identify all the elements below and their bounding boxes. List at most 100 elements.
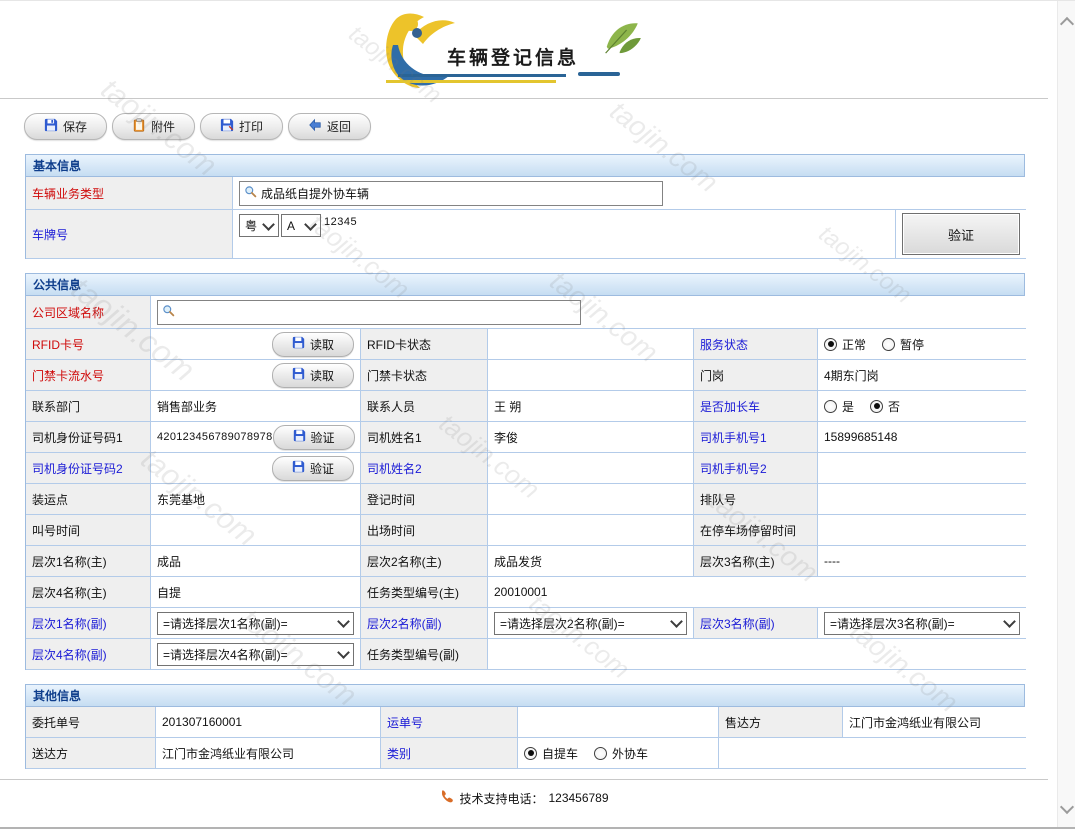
long-vehicle-yes-radio[interactable] (824, 400, 837, 413)
driver-id1-verify-button[interactable]: 验证 (273, 425, 355, 450)
header-banner: 车辆登记信息 (0, 1, 1048, 99)
select-value: =请选择层次4名称(副)= (163, 646, 288, 663)
access-card-status-label: 门禁卡状态 (361, 360, 488, 391)
row-level-sub-1: 层次1名称(副) =请选择层次1名称(副)= 层次2名称(副) =请选择层次2名… (26, 608, 1024, 639)
leaf-decoration-icon (596, 18, 645, 63)
print-button-label: 打印 (239, 118, 263, 135)
page: 车辆登记信息 保存 附件 (0, 0, 1075, 829)
level4-sub-select[interactable]: =请选择层次4名称(副)= (157, 643, 354, 666)
back-button-label: 返回 (327, 118, 351, 135)
level2-sub-label: 层次2名称(副) (361, 608, 488, 639)
level3-sub-select[interactable]: =请选择层次3名称(副)= (824, 612, 1020, 635)
plate-verify-button[interactable]: 验证 (902, 213, 1020, 255)
section-common-header: 公共信息 (25, 273, 1025, 295)
service-normal-radio[interactable] (824, 338, 837, 351)
row-company-area: 公司区域名称 (26, 296, 1024, 329)
driver-id1-cell: 420123456789078978 验证 (151, 422, 361, 453)
section-common-info: 公共信息 公司区域名称 RFID卡号 (25, 273, 1025, 670)
title-underline-navy-dash (578, 72, 620, 76)
driver-name1-value: 李俊 (488, 422, 694, 453)
category-self-pickup-radio[interactable] (524, 747, 537, 760)
long-vehicle-label: 是否加长车 (694, 391, 818, 422)
task-type-sub-value (488, 639, 1026, 670)
service-status-label: 服务状态 (694, 329, 818, 360)
driver-name2-label: 司机姓名2 (361, 453, 488, 484)
service-normal-label: 正常 (842, 336, 866, 353)
vertical-scrollbar[interactable] (1057, 1, 1075, 829)
category-external-radio[interactable] (594, 747, 607, 760)
level4-sub-label: 层次4名称(副) (26, 639, 151, 670)
driver-id2-label: 司机身份证号码2 (26, 453, 151, 484)
search-icon (162, 304, 175, 320)
exit-time-label: 出场时间 (361, 515, 488, 546)
plate-number-value[interactable]: 12345 (324, 216, 357, 228)
access-card-label: 门禁卡流水号 (26, 360, 151, 391)
company-area-input[interactable] (157, 300, 581, 325)
row-business-type: 车辆业务类型 成品纸自提外协车辆 (26, 177, 1024, 210)
ship-to-label: 送达方 (26, 738, 156, 769)
support-phone-label: 技术支持电话： (459, 790, 543, 807)
task-type-main-label: 任务类型编号(主) (361, 577, 488, 608)
level1-main-value: 成品 (151, 546, 361, 577)
contact-person-value: 王 朔 (488, 391, 694, 422)
level2-sub-select[interactable]: =请选择层次2名称(副)= (494, 612, 687, 635)
content: 车辆登记信息 保存 附件 (0, 1, 1048, 807)
plate-verify-cell: 验证 (896, 210, 1026, 259)
gate-value: 4期东门岗 (818, 360, 1026, 391)
row-plate-number: 车牌号 粤 A 12345 验证 (26, 210, 1024, 259)
page-title: 车辆登记信息 (447, 43, 579, 70)
row-loading-point: 装运点 东莞基地 登记时间 排队号 (26, 484, 1024, 515)
task-type-main-value: 20010001 (488, 577, 1026, 608)
select-value: 粤 (245, 217, 257, 234)
business-type-cell: 成品纸自提外协车辆 (233, 177, 1026, 210)
level3-main-value: ---- (818, 546, 1026, 577)
plate-letter-select[interactable]: A (281, 214, 321, 237)
attachment-button[interactable]: 附件 (112, 113, 195, 140)
plate-verify-label: 验证 (948, 225, 974, 244)
contact-dept-label: 联系部门 (26, 391, 151, 422)
row-level-main-2: 层次4名称(主) 自提 任务类型编号(主) 20010001 (26, 577, 1024, 608)
access-card-status-value (488, 360, 694, 391)
driver-id2-verify-button[interactable]: 验证 (272, 456, 354, 481)
business-type-value: 成品纸自提外协车辆 (261, 185, 369, 202)
scroll-up-arrow-icon[interactable] (1060, 17, 1074, 31)
row-contact: 联系部门 销售部业务 联系人员 王 朔 是否加长车 是 否 (26, 391, 1024, 422)
company-area-label: 公司区域名称 (26, 296, 151, 329)
driver-id2-cell: 验证 (151, 453, 361, 484)
plate-province-select[interactable]: 粤 (239, 214, 279, 237)
search-icon (244, 185, 257, 201)
queue-no-label: 排队号 (694, 484, 818, 515)
row-ship-to: 送达方 江门市金鸿纸业有限公司 类别 自提车 外协车 (26, 738, 1024, 769)
row-entrust: 委托单号 201307160001 运单号 售达方 江门市金鸿纸业有限公司 (26, 707, 1024, 738)
row-rfid: RFID卡号 读取 RFID卡状态 服务状态 正常 暂停 (26, 329, 1024, 360)
business-type-label: 车辆业务类型 (26, 177, 233, 210)
level1-sub-select[interactable]: =请选择层次1名称(副)= (157, 612, 354, 635)
print-button[interactable]: 打印 (200, 113, 283, 140)
long-vehicle-yes-label: 是 (842, 398, 854, 415)
scroll-down-arrow-icon[interactable] (1060, 800, 1074, 814)
access-card-read-button[interactable]: 读取 (272, 363, 354, 388)
row-level-main-1: 层次1名称(主) 成品 层次2名称(主) 成品发货 层次3名称(主) ---- (26, 546, 1024, 577)
register-time-value (488, 484, 694, 515)
title-underline-gold (386, 80, 556, 83)
rfid-read-button[interactable]: 读取 (272, 332, 354, 357)
save-button-label: 保存 (63, 118, 87, 135)
verify-floppy-icon (292, 460, 305, 476)
read-floppy-icon (292, 336, 305, 352)
category-label: 类别 (381, 738, 518, 769)
save-button[interactable]: 保存 (24, 113, 107, 140)
service-pause-radio[interactable] (882, 338, 895, 351)
category-external-label: 外协车 (612, 745, 648, 762)
driver-id1-value[interactable]: 420123456789078978 (157, 431, 273, 443)
long-vehicle-no-radio[interactable] (870, 400, 883, 413)
back-button[interactable]: 返回 (288, 113, 371, 140)
attachment-button-label: 附件 (151, 118, 175, 135)
row-driver2: 司机身份证号码2 验证 司机姓名2 司机手机号2 (26, 453, 1024, 484)
sold-to-label: 售达方 (719, 707, 843, 738)
call-time-value (151, 515, 361, 546)
long-vehicle-options: 是 否 (818, 391, 1026, 422)
driver-id1-verify-label: 验证 (311, 429, 335, 446)
service-status-options: 正常 暂停 (818, 329, 1026, 360)
section-basic-header: 基本信息 (25, 154, 1025, 176)
business-type-input[interactable]: 成品纸自提外协车辆 (239, 181, 663, 206)
